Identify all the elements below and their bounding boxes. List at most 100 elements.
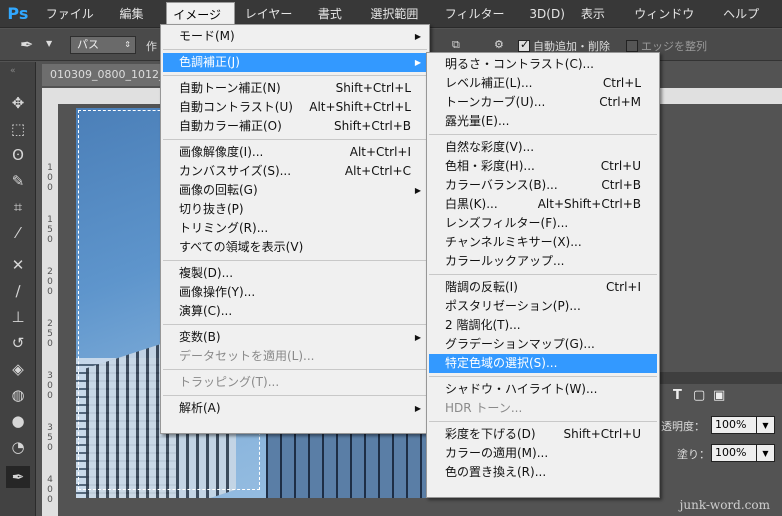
menu-item-label: 複製(D)... (179, 266, 234, 280)
type-layer-filter-icon[interactable]: T (673, 388, 682, 403)
menu-item[interactable]: カラーバランス(B)... Ctrl+B (429, 176, 657, 195)
menu-item: トラッピング(T)... (163, 373, 427, 392)
eyedropper-tool-icon[interactable]: ⁄ (6, 222, 30, 244)
menu-item[interactable]: カラールックアップ... (429, 252, 657, 271)
menu-item-label: 演算(C)... (179, 304, 233, 318)
menubar-item[interactable]: イメージ(I) (166, 1, 235, 46)
quick-selection-tool-icon[interactable]: ✎ (6, 170, 30, 192)
chevron-down-icon[interactable]: ▼ (757, 444, 775, 462)
menu-item-shortcut: Ctrl+I (606, 280, 641, 294)
menu-item[interactable]: レベル補正(L)... Ctrl+L (429, 74, 657, 93)
ruler-tick-label: 1 (47, 163, 53, 173)
crop-tool-icon[interactable]: ⌗ (6, 196, 30, 218)
menu-item[interactable]: シャドウ・ハイライト(W)... (429, 380, 657, 399)
chevron-down-icon[interactable]: ▼ (757, 416, 775, 434)
menu-item-label: データセットを適用(L)... (179, 349, 315, 363)
marquee-tool-icon[interactable]: ⬚ (6, 118, 30, 140)
clone-stamp-tool-icon[interactable]: ⊥ (6, 306, 30, 328)
document-tab[interactable]: 010309_0800_1012_ (42, 64, 170, 86)
menu-item[interactable]: 階調の反転(I) Ctrl+I (429, 278, 657, 297)
path-arrangement-icon[interactable]: ⧉ (452, 38, 460, 52)
pen-tool-button-icon[interactable]: ✒ (6, 466, 30, 488)
menu-item[interactable]: 自動カラー補正(O) Shift+Ctrl+B (163, 117, 427, 136)
ruler-tick-label: 2 (47, 267, 53, 277)
menu-item[interactable]: 切り抜き(P) (163, 200, 427, 219)
menu-item-label: レベル補正(L)... (445, 76, 533, 90)
menu-item[interactable]: グラデーションマップ(G)... (429, 335, 657, 354)
menubar-item[interactable]: フィルター(T) (439, 2, 520, 45)
path-mode-select[interactable]: パス ⇕ (70, 36, 136, 54)
menu-item[interactable]: トーンカーブ(U)... Ctrl+M (429, 93, 657, 112)
menu-item[interactable]: 画像の回転(G) ▶ (163, 181, 427, 200)
menubar-item[interactable]: ヘルプ(H) (717, 2, 778, 45)
menu-item[interactable]: 色調補正(J) ▶ (163, 53, 427, 72)
menubar-item[interactable]: レイヤー(L) (239, 2, 308, 45)
opacity-input[interactable]: 100% (711, 416, 757, 434)
menubar-item[interactable]: 3D(D) (523, 2, 570, 26)
menu-item-label: 露光量(E)... (445, 114, 510, 128)
menu-item[interactable]: すべての領域を表示(V) (163, 238, 427, 257)
dodge-tool-icon[interactable]: ◔ (6, 436, 30, 458)
menu-item[interactable]: 変数(B) ▶ (163, 328, 427, 347)
menubar-item[interactable]: 選択範囲(S) (364, 2, 434, 45)
menu-item[interactable]: 演算(C)... (163, 302, 427, 321)
menu-item-label: 画像の回転(G) (179, 183, 258, 197)
opacity-label: 透明度： (661, 420, 705, 433)
menu-item[interactable]: 自動コントラスト(U) Alt+Shift+Ctrl+L (163, 98, 427, 117)
brush-tool-icon[interactable]: ∕ (6, 280, 30, 302)
menu-item[interactable]: 解析(A) ▶ (163, 399, 427, 418)
menu-item[interactable]: 自動トーン補正(N) Shift+Ctrl+L (163, 79, 427, 98)
smart-object-filter-icon[interactable]: ▣ (713, 388, 725, 403)
gear-icon[interactable]: ⚙ (494, 38, 504, 51)
tools-panel: « ✥ ⬚ ʘ ✎ ⌗ ⁄ ✕ ∕ ⊥ ↺ ◈ ◍ ● ◔ ✒ (0, 62, 36, 516)
tool-preset-dropdown-icon[interactable]: ▼ (46, 39, 52, 48)
menu-item[interactable]: 画像操作(Y)... (163, 283, 427, 302)
menu-item[interactable]: チャンネルミキサー(X)... (429, 233, 657, 252)
move-tool-icon[interactable]: ✥ (6, 92, 30, 114)
menu-item[interactable]: 色相・彩度(H)... Ctrl+U (429, 157, 657, 176)
menu-item[interactable]: 色の置き換え(R)... (429, 463, 657, 482)
menubar-item[interactable]: ウィンドウ(W) (628, 2, 713, 45)
pen-tool-icon[interactable]: ✒ (20, 35, 42, 55)
fill-input[interactable]: 100% (711, 444, 757, 462)
menu-item-shortcut: Ctrl+U (600, 159, 641, 173)
menubar-item[interactable]: 表示(V) (575, 2, 624, 45)
menu-item-label: 明るさ・コントラスト(C)... (445, 57, 594, 71)
menu-item[interactable]: トリミング(R)... (163, 219, 427, 238)
lasso-tool-icon[interactable]: ʘ (6, 144, 30, 166)
history-brush-tool-icon[interactable]: ↺ (6, 332, 30, 354)
eraser-tool-icon[interactable]: ◈ (6, 358, 30, 380)
menu-item-label: カンバスサイズ(S)... (179, 164, 292, 178)
menu-item-label: ポスタリゼーション(P)... (445, 299, 581, 313)
menu-item[interactable]: レンズフィルター(F)... (429, 214, 657, 233)
submenu-arrow-icon: ▶ (414, 333, 421, 342)
menu-item[interactable]: カンバスサイズ(S)... Alt+Ctrl+C (163, 162, 427, 181)
menu-separator (429, 376, 657, 377)
menu-separator (163, 75, 427, 76)
menu-item[interactable]: 特定色域の選択(S)... (429, 354, 657, 373)
paint-bucket-tool-icon[interactable]: ◍ (6, 384, 30, 406)
menu-item[interactable]: 自然な彩度(V)... (429, 138, 657, 157)
menu-item[interactable]: カラーの適用(M)... (429, 444, 657, 463)
menu-item[interactable]: 彩度を下げる(D) Shift+Ctrl+U (429, 425, 657, 444)
menu-item[interactable]: モード(M) ▶ (163, 27, 427, 46)
menu-item-label: 色調補正(J) (179, 55, 240, 69)
ruler-tick-label: 3 (47, 371, 53, 381)
ruler-tick-label: 5 (47, 433, 53, 443)
menu-item[interactable]: 2 階調化(T)... (429, 316, 657, 335)
menu-item[interactable]: 白黒(K)... Alt+Shift+Ctrl+B (429, 195, 657, 214)
menu-item[interactable]: 明るさ・コントラスト(C)... (429, 55, 657, 74)
menubar-item[interactable]: 書式(Y) (312, 2, 361, 45)
menubar-item[interactable]: ファイル(F) (40, 2, 110, 45)
menu-item[interactable]: 画像解像度(I)... Alt+Ctrl+I (163, 143, 427, 162)
blur-tool-icon[interactable]: ● (6, 410, 30, 432)
panel-grip-icon[interactable]: « (10, 66, 17, 76)
menu-item[interactable]: ポスタリゼーション(P)... (429, 297, 657, 316)
menu-item-shortcut: Alt+Shift+Ctrl+B (537, 197, 641, 211)
menu-item[interactable]: 複製(D)... (163, 264, 427, 283)
submenu-arrow-icon: ▶ (414, 186, 421, 195)
menubar-item[interactable]: 編集(E) (113, 2, 162, 45)
shape-layer-filter-icon[interactable]: ▢ (693, 388, 705, 403)
menu-item[interactable]: 露光量(E)... (429, 112, 657, 131)
healing-brush-tool-icon[interactable]: ✕ (6, 254, 30, 276)
